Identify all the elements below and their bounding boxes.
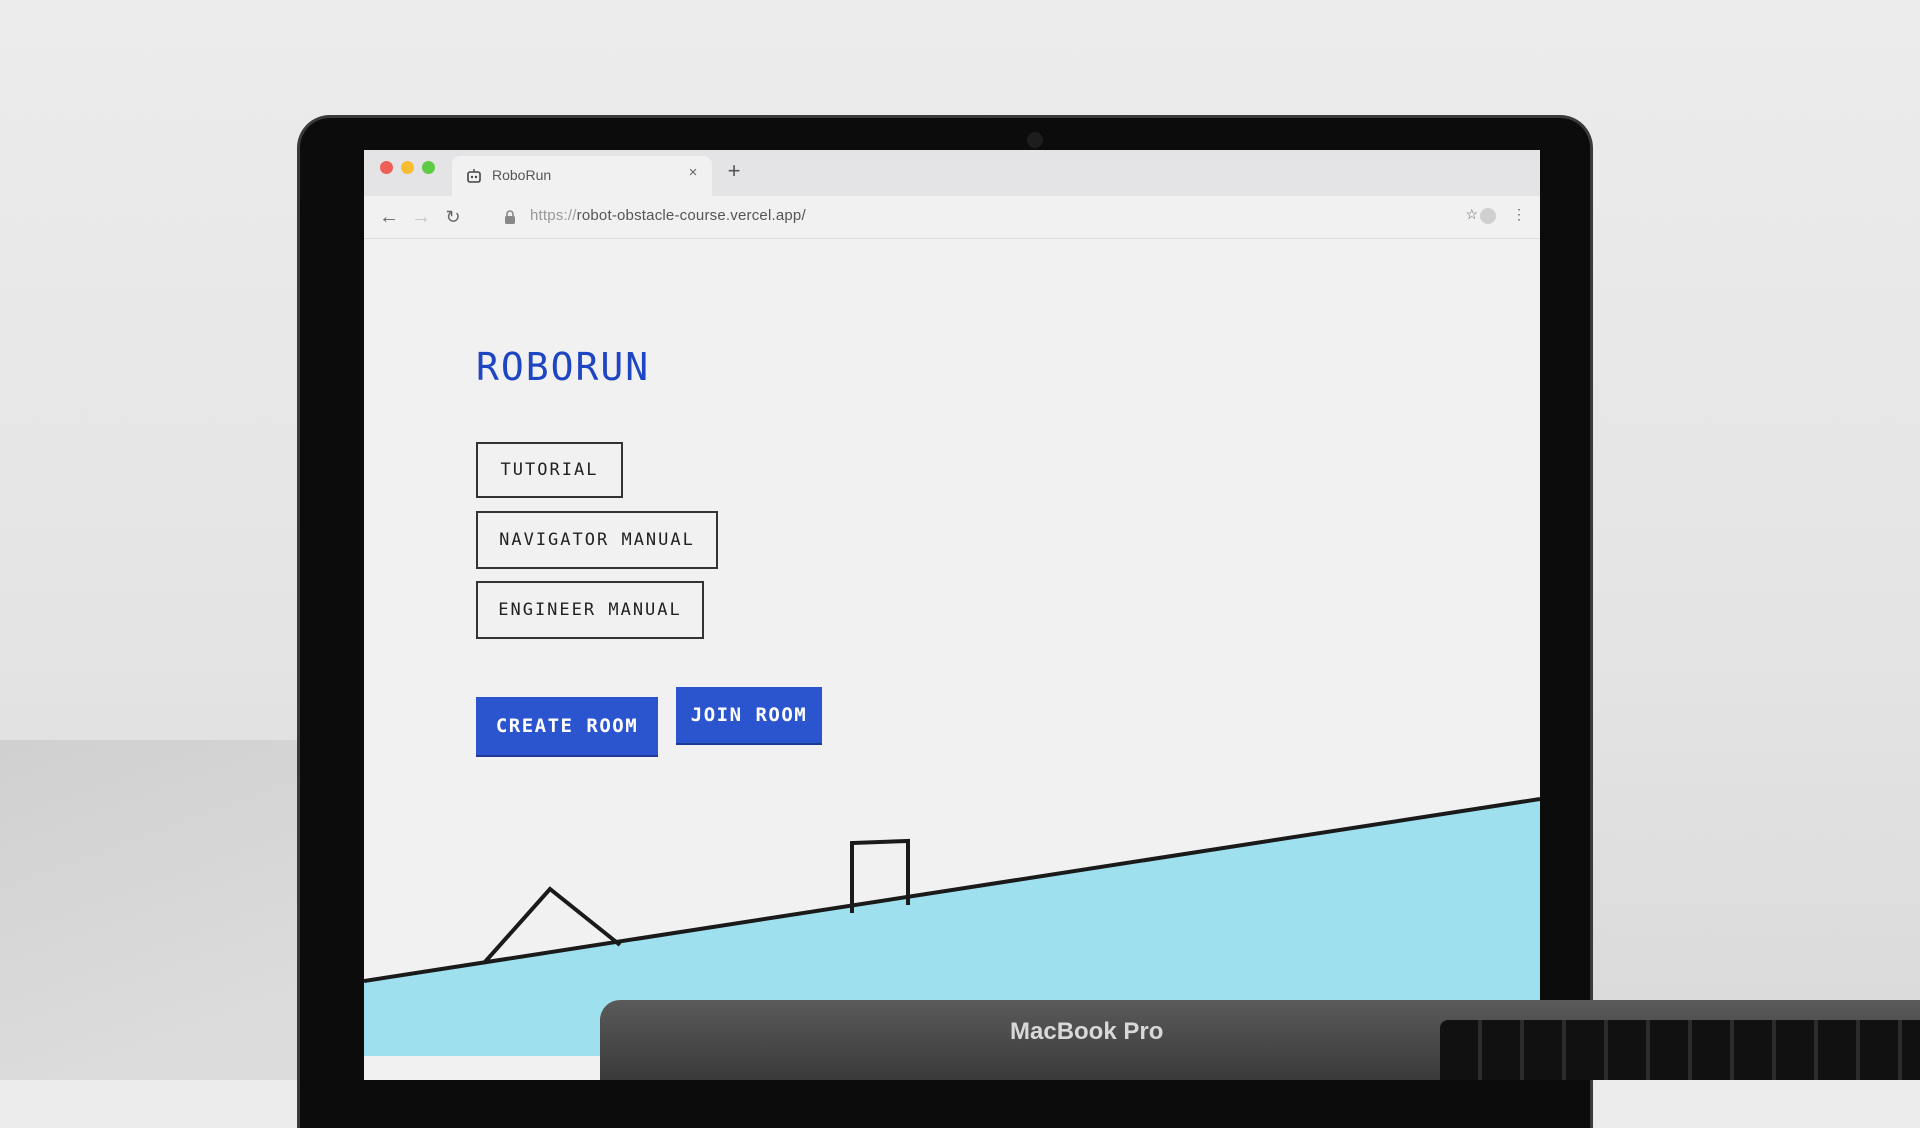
new-tab-button[interactable]: + (722, 160, 746, 184)
lock-icon (505, 210, 515, 224)
reload-icon[interactable]: ↻ (440, 204, 466, 230)
device-label: MacBook Pro (1010, 1018, 1164, 1045)
camera-icon (1027, 132, 1043, 148)
keyboard (1440, 1020, 1920, 1080)
robot-icon (467, 169, 481, 183)
obstacle-course-scene (364, 797, 1540, 1056)
tab-title: RoboRun (492, 167, 552, 183)
arrow-right-icon[interactable]: → (408, 204, 434, 230)
url-host: robot-obstacle-course.vercel.app/ (576, 207, 806, 224)
more-vert-icon[interactable]: ⋮ (1512, 206, 1526, 223)
browser-tab[interactable]: RoboRun × (452, 156, 712, 196)
page-content: ROBORUN TUTORIAL NAVIGATOR MANUAL ENGINE… (364, 239, 1540, 1056)
minimize-window-button[interactable] (401, 161, 414, 174)
browser-toolbar: ← → ↻ https://robot-obstacle-course.verc… (364, 196, 1540, 239)
laptop-screen: RoboRun × + ← → ↻ https://robot-obstacle… (364, 150, 1540, 1080)
address-bar[interactable]: https://robot-obstacle-course.vercel.app… (530, 207, 806, 224)
close-window-button[interactable] (380, 161, 393, 174)
arrow-left-icon[interactable]: ← (376, 204, 402, 230)
close-tab-icon[interactable]: × (684, 164, 702, 182)
url-protocol: https:// (530, 207, 577, 224)
maximize-window-button[interactable] (422, 161, 435, 174)
profile-icon[interactable] (1480, 208, 1496, 224)
star-icon[interactable]: ☆ (1465, 206, 1478, 223)
